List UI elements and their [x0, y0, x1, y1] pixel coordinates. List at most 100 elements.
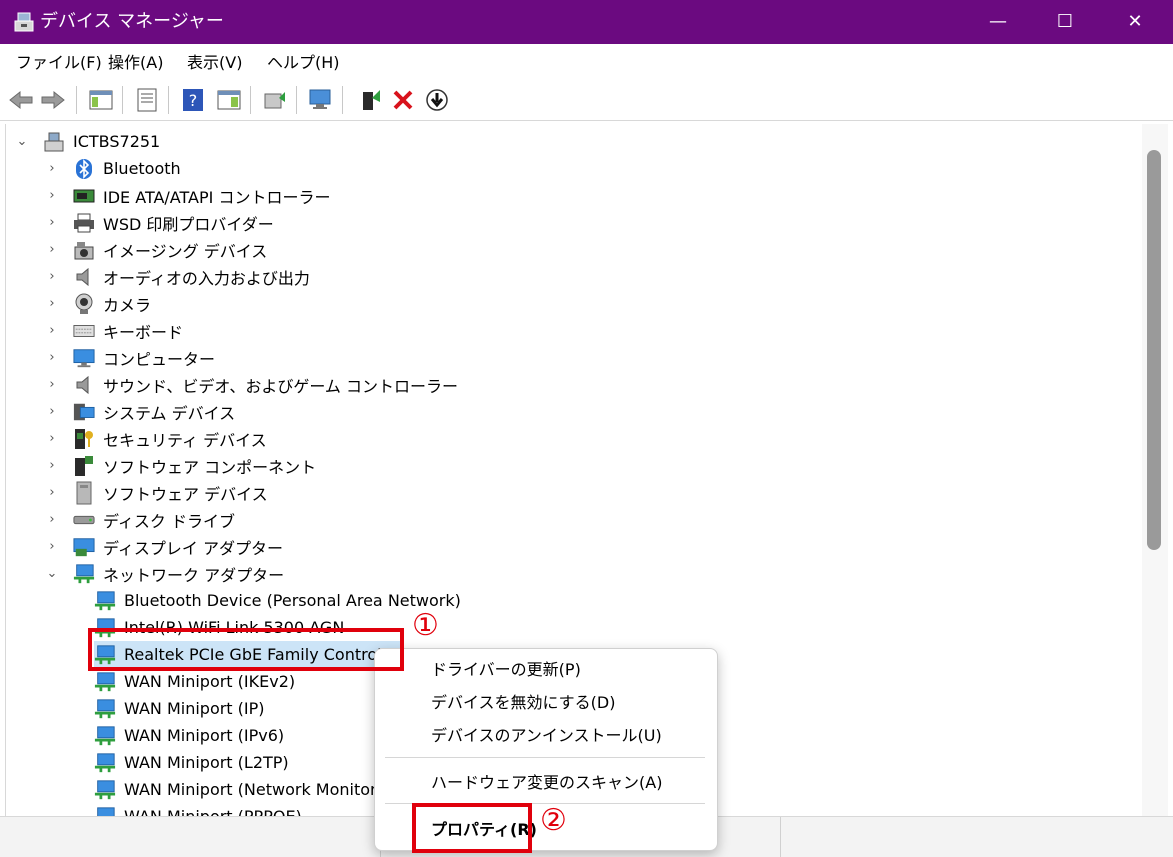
- chevron-right-icon[interactable]: ›: [45, 269, 59, 284]
- chevron-right-icon[interactable]: ›: [45, 377, 59, 392]
- action-pane-icon[interactable]: [214, 85, 244, 115]
- tree-category[interactable]: ⌄ ネットワーク アダプター: [45, 560, 284, 587]
- menu-bar: ファイル(F) 操作(A) 表示(V) ヘルプ(H): [0, 44, 1173, 81]
- tree-category[interactable]: › オーディオの入力および出力: [45, 263, 310, 290]
- network-adapter-item[interactable]: WAN Miniport (IP): [94, 695, 265, 722]
- menu-file[interactable]: ファイル(F): [16, 52, 102, 74]
- chevron-right-icon[interactable]: ›: [45, 404, 59, 419]
- webcam-icon: [73, 293, 95, 315]
- maximize-button[interactable]: ☐: [1030, 0, 1100, 44]
- chevron-right-icon[interactable]: ›: [45, 296, 59, 311]
- chevron-right-icon[interactable]: ›: [45, 512, 59, 527]
- chevron-right-icon[interactable]: ›: [45, 431, 59, 446]
- chevron-right-icon[interactable]: ›: [45, 539, 59, 554]
- tree-category[interactable]: › コンピューター: [45, 344, 215, 371]
- menu-view[interactable]: 表示(V): [187, 52, 242, 74]
- software-component-icon: [73, 455, 95, 477]
- tree-category[interactable]: › ソフトウェア デバイス: [45, 479, 268, 506]
- network-adapter-label: WAN Miniport (IKEv2): [124, 672, 296, 691]
- back-arrow-icon[interactable]: [6, 85, 36, 115]
- network-adapter-label: WAN Miniport (IP): [124, 699, 265, 718]
- forward-arrow-icon[interactable]: [38, 85, 68, 115]
- update-driver-icon[interactable]: [260, 85, 290, 115]
- device-manager-icon: [12, 10, 36, 34]
- computer-root-icon: [43, 131, 65, 153]
- show-hide-tree-icon[interactable]: [86, 85, 116, 115]
- tree-category[interactable]: › システム デバイス: [45, 398, 235, 425]
- tree-category-label: キーボード: [103, 322, 184, 342]
- chevron-right-icon[interactable]: ›: [45, 323, 59, 338]
- status-cell: [0, 817, 381, 857]
- tree-category[interactable]: › キーボード: [45, 317, 183, 344]
- tree-category[interactable]: › イメージング デバイス: [45, 236, 267, 263]
- menu-help[interactable]: ヘルプ(H): [267, 52, 340, 74]
- tree-category-label: サウンド、ビデオ、およびゲーム コントローラー: [103, 376, 459, 396]
- window-title: デバイス マネージャー: [40, 11, 224, 32]
- network-adapter-item[interactable]: WAN Miniport (L2TP): [94, 749, 289, 776]
- highlight-box-step1: [88, 628, 404, 671]
- tree-category[interactable]: › Bluetooth: [45, 155, 181, 182]
- tree-category[interactable]: › カメラ: [45, 290, 151, 317]
- network-adapter-item[interactable]: WAN Miniport (PPPOE): [94, 803, 302, 816]
- menu-action[interactable]: 操作(A): [108, 52, 163, 74]
- tree-category[interactable]: › ディスプレイ アダプター: [45, 533, 283, 560]
- tree-category[interactable]: › ソフトウェア コンポーネント: [45, 452, 316, 479]
- tree-category-label: カメラ: [103, 295, 152, 315]
- ide-controller-icon: [73, 185, 95, 207]
- properties-icon[interactable]: [132, 85, 162, 115]
- tree-category[interactable]: › IDE ATA/ATAPI コントローラー: [45, 182, 330, 209]
- keyboard-icon: [73, 320, 95, 342]
- network-icon: [73, 563, 95, 585]
- context-update-driver[interactable]: ドライバーの更新(P): [431, 659, 581, 681]
- network-adapter-item[interactable]: WAN Miniport (IKEv2): [94, 668, 295, 695]
- tree-category-label: Bluetooth: [103, 159, 181, 178]
- close-button[interactable]: ✕: [1100, 0, 1170, 44]
- enable-device-icon[interactable]: [356, 85, 386, 115]
- disk-drive-icon: [73, 509, 95, 531]
- tree-category[interactable]: › ディスク ドライブ: [45, 506, 235, 533]
- download-icon[interactable]: [422, 85, 452, 115]
- speaker-icon: [73, 374, 95, 396]
- title-bar: デバイス マネージャー — ☐ ✕: [0, 0, 1173, 44]
- tree-category-label: ソフトウェア デバイス: [103, 484, 268, 504]
- network-icon: [94, 698, 116, 720]
- chevron-right-icon[interactable]: ›: [45, 215, 59, 230]
- chevron-right-icon[interactable]: ›: [45, 188, 59, 203]
- network-adapter-item[interactable]: Bluetooth Device (Personal Area Network): [94, 587, 461, 614]
- step-1-marker: ①: [412, 608, 439, 643]
- chevron-down-icon[interactable]: ⌄: [15, 134, 29, 149]
- context-scan-hardware[interactable]: ハードウェア変更のスキャン(A): [431, 772, 662, 794]
- context-disable-device[interactable]: デバイスを無効にする(D): [431, 692, 616, 714]
- display-adapter-icon: [73, 536, 95, 558]
- scan-hardware-icon[interactable]: [306, 85, 336, 115]
- help-icon[interactable]: ?: [178, 85, 208, 115]
- svg-text:?: ?: [189, 91, 198, 110]
- minimize-button[interactable]: —: [963, 0, 1033, 44]
- network-icon: [94, 590, 116, 612]
- chevron-right-icon[interactable]: ›: [45, 242, 59, 257]
- scrollbar-thumb[interactable]: [1147, 150, 1161, 550]
- network-icon: [94, 752, 116, 774]
- tree-category[interactable]: › サウンド、ビデオ、およびゲーム コントローラー: [45, 371, 458, 398]
- tree-category[interactable]: › WSD 印刷プロバイダー: [45, 209, 274, 236]
- chevron-down-icon[interactable]: ⌄: [45, 566, 59, 581]
- chevron-right-icon[interactable]: ›: [45, 458, 59, 473]
- network-icon: [94, 806, 116, 816]
- tree-category-label: システム デバイス: [103, 403, 236, 423]
- tree-category[interactable]: › セキュリティ デバイス: [45, 425, 267, 452]
- chevron-right-icon[interactable]: ›: [45, 485, 59, 500]
- tree-root[interactable]: ⌄ ICTBS7251: [15, 128, 160, 155]
- highlight-box-step2: [412, 803, 532, 853]
- network-adapter-label: WAN Miniport (Network Monitor): [124, 780, 383, 799]
- uninstall-icon[interactable]: [388, 85, 418, 115]
- tree-category-label: IDE ATA/ATAPI コントローラー: [103, 187, 331, 207]
- context-uninstall-device[interactable]: デバイスのアンインストール(U): [431, 725, 662, 747]
- network-adapter-item[interactable]: WAN Miniport (Network Monitor): [94, 776, 383, 803]
- step-2-marker: ②: [540, 803, 567, 838]
- tree-category-label: イメージング デバイス: [103, 241, 268, 261]
- printer-icon: [73, 212, 95, 234]
- network-adapter-item[interactable]: WAN Miniport (IPv6): [94, 722, 284, 749]
- chevron-right-icon[interactable]: ›: [45, 161, 59, 176]
- chevron-right-icon[interactable]: ›: [45, 350, 59, 365]
- tree-category-label: ディスプレイ アダプター: [103, 538, 283, 558]
